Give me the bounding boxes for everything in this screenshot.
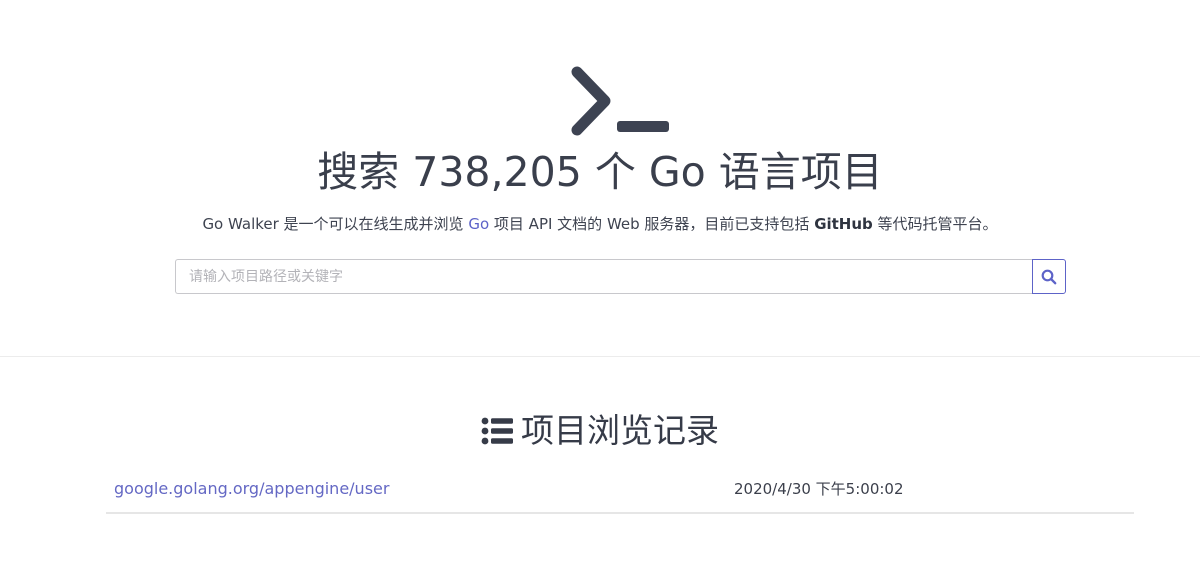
github-label: GitHub <box>814 215 873 233</box>
tagline: Go Walker 是一个可以在线生成并浏览 Go 项目 API 文档的 Web… <box>0 212 1200 236</box>
tagline-part1: Go Walker 是一个可以在线生成并浏览 <box>202 215 469 233</box>
terminal-prompt-icon <box>571 66 669 136</box>
go-link[interactable]: Go <box>468 215 489 233</box>
search-icon <box>1041 269 1057 284</box>
search-input[interactable] <box>175 259 1032 294</box>
history-row: google.golang.org/appengine/user 2020/4/… <box>106 472 1134 514</box>
history-timestamp: 2020/4/30 下午5:00:02 <box>734 480 904 498</box>
history-heading: 项目浏览记录 <box>0 409 1200 453</box>
title-suffix: 个 Go 语言项目 <box>581 148 883 196</box>
history-project-link[interactable]: google.golang.org/appengine/user <box>114 478 389 500</box>
hero-section: 搜索 738,205 个 Go 语言项目 Go Walker 是一个可以在线生成… <box>0 0 1200 357</box>
history-section: 项目浏览记录 google.golang.org/appengine/user … <box>0 357 1200 569</box>
title-prefix: 搜索 <box>317 148 413 196</box>
history-title: 项目浏览记录 <box>521 411 719 450</box>
tagline-part2: 项目 API 文档的 Web 服务器，目前已支持包括 <box>489 215 815 233</box>
list-icon <box>481 417 513 445</box>
tagline-part3: 等代码托管平台。 <box>872 215 998 233</box>
search-button[interactable] <box>1032 259 1066 294</box>
page-title: 搜索 738,205 个 Go 语言项目 <box>0 144 1200 200</box>
search-bar <box>175 259 1066 294</box>
project-count: 738,205 <box>412 148 582 196</box>
